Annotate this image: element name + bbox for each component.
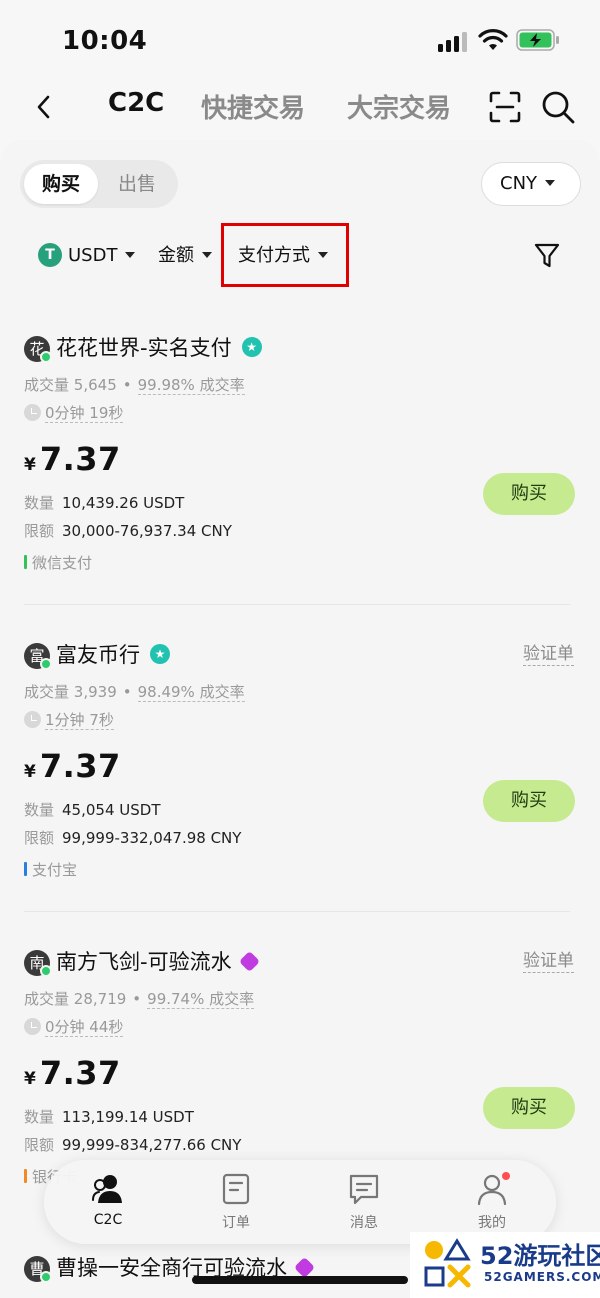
back-arrow-icon[interactable] (30, 92, 60, 122)
tab-orders[interactable]: 订单 (196, 1172, 276, 1232)
usdt-icon: T (38, 242, 62, 267)
verify-order-link[interactable]: 验证单 (523, 643, 574, 666)
avg-release-time: 0分钟 19秒 (24, 402, 124, 423)
trade-stats: 成交量 28,719 • 99.74% 成交率 (24, 990, 255, 1009)
tab-profile[interactable]: 我的 (452, 1172, 532, 1232)
payment-method: 微信支付 (24, 552, 92, 573)
available-quantity: 数量 45,054 USDT (24, 801, 161, 819)
divider (24, 911, 570, 912)
filter-funnel-icon[interactable] (534, 242, 560, 270)
watermark: 52游玩社区 52GAMERS.COM (410, 1232, 600, 1298)
buy-sell-toggle: 购买 出售 (20, 160, 178, 208)
tab-label: 我的 (478, 1215, 506, 1231)
payment-method: 支付宝 (24, 859, 77, 880)
online-status-dot (40, 351, 52, 363)
buy-button[interactable]: 购买 (483, 1087, 575, 1129)
coin-filter[interactable]: T USDT (38, 240, 136, 272)
tab-label: C2C (93, 1212, 123, 1228)
orders-icon (222, 1173, 250, 1205)
scan-icon[interactable] (488, 90, 522, 124)
notification-dot (502, 1172, 510, 1180)
clock-icon (24, 710, 41, 728)
watermark-title: 52游玩社区 (480, 1242, 600, 1270)
verify-order-link[interactable]: 验证单 (523, 950, 574, 973)
merchant-name[interactable]: 富友币行 ★ (56, 639, 170, 669)
verified-badge-icon: ★ (150, 644, 170, 664)
merchant-listing: 花 花花世界-实名支付 ★ 成交量 5,645 • 99.98% 成交率 0分钟 19… (0, 336, 600, 636)
avg-release-time: 0分钟 44秒 (24, 1016, 124, 1037)
buy-button[interactable]: 购买 (483, 473, 575, 515)
diamond-badge-icon (238, 950, 260, 972)
price: ¥7.37 (24, 1054, 121, 1092)
tab-label: 订单 (222, 1215, 250, 1231)
tab-c2c-bottom[interactable]: C2C (68, 1172, 148, 1228)
sell-toggle[interactable]: 出售 (100, 164, 174, 204)
order-limit: 限额 99,999-332,047.98 CNY (24, 829, 242, 847)
chevron-down-icon (545, 179, 556, 186)
chevron-down-icon (202, 251, 212, 258)
merchant-name[interactable]: 南方飞剑-可验流水 (56, 946, 260, 976)
online-status-dot (40, 965, 52, 977)
order-limit: 限额 99,999-834,277.66 CNY (24, 1136, 242, 1154)
online-status-dot (40, 658, 52, 670)
buy-toggle[interactable]: 购买 (24, 164, 98, 204)
tab-block-trade[interactable]: 大宗交易 (347, 88, 451, 125)
available-quantity: 数量 113,199.14 USDT (24, 1108, 194, 1126)
merchant-listing: 富 富友币行 ★ 验证单 成交量 3,939 • 98.49% 成交率 1分钟 7秒 … (0, 643, 600, 943)
tab-c2c[interactable]: C2C (108, 88, 164, 118)
available-quantity: 数量 10,439.26 USDT (24, 494, 185, 512)
divider (24, 604, 570, 605)
clock-icon (24, 403, 41, 421)
status-time: 10:04 (62, 26, 148, 56)
avg-release-time: 1分钟 7秒 (24, 709, 114, 730)
buy-button[interactable]: 购买 (483, 780, 575, 822)
battery-charging-icon (516, 29, 559, 51)
search-icon[interactable] (540, 89, 576, 125)
status-bar: 10:04 (0, 0, 600, 80)
coin-filter-label: USDT (68, 245, 118, 266)
trade-stats: 成交量 3,939 • 98.49% 成交率 (24, 683, 245, 702)
diamond-badge-icon (293, 1256, 316, 1278)
content-area: 购买 出售 CNY T USDT 金额 支付方式 花 花花世界-实名支付 ★ 成交量… (0, 140, 600, 1298)
trade-stats: 成交量 5,645 • 99.98% 成交率 (24, 376, 245, 395)
chevron-down-icon (125, 251, 136, 258)
wifi-icon (478, 29, 508, 50)
highlight-box (221, 223, 349, 287)
clock-icon (24, 1017, 41, 1035)
currency-selector[interactable]: CNY (481, 162, 581, 206)
watermark-url: 52GAMERS.COM (484, 1270, 600, 1284)
playstation-symbols-logo-icon (424, 1238, 471, 1288)
verified-badge-icon: ★ (241, 337, 262, 357)
amount-filter[interactable]: 金额 (158, 240, 212, 272)
top-nav: C2C 快捷交易 大宗交易 (0, 80, 600, 138)
users-icon (92, 1175, 122, 1203)
tab-messages[interactable]: 消息 (324, 1172, 404, 1232)
message-icon (349, 1174, 379, 1205)
cellular-signal-icon (438, 32, 467, 52)
price: ¥7.37 (24, 747, 121, 785)
tab-label: 消息 (350, 1215, 378, 1231)
merchant-name[interactable]: 花花世界-实名支付 ★ (56, 332, 262, 362)
order-limit: 限额 30,000-76,937.34 CNY (24, 522, 232, 540)
home-indicator (192, 1276, 408, 1284)
currency-label: CNY (500, 173, 538, 194)
tab-quick-trade[interactable]: 快捷交易 (201, 88, 305, 125)
amount-filter-label: 金额 (158, 245, 194, 266)
price: ¥7.37 (24, 440, 121, 478)
online-status-dot (40, 1271, 52, 1283)
